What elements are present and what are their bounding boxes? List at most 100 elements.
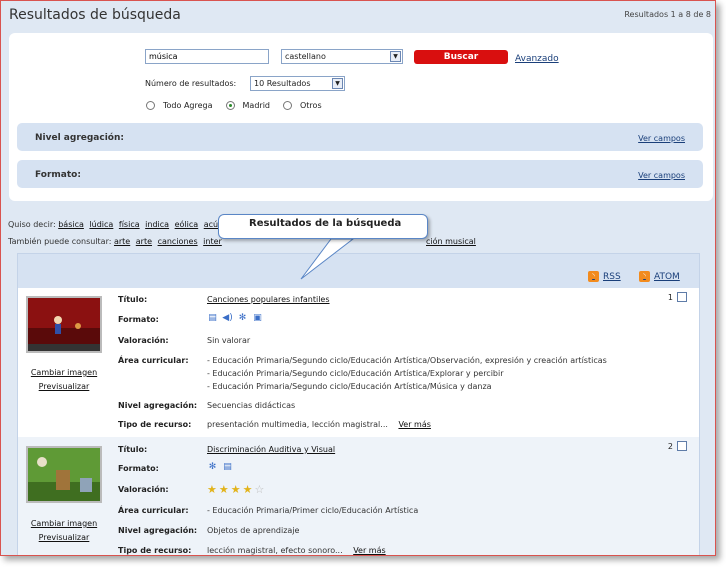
result-select: 1: [668, 292, 687, 302]
facet-label: Nivel agregación:: [35, 133, 124, 143]
format-icons: ▤ ◀) ✻ ▣: [207, 313, 263, 324]
advanced-search-link[interactable]: Avanzado: [515, 54, 559, 64]
suggestion-link[interactable]: indica: [145, 220, 169, 229]
language-select-value: castellano: [285, 52, 326, 61]
rating-value: Sin valorar: [207, 336, 251, 345]
result-item: Cambiar imagen Previsualizar Título: Dis…: [18, 437, 699, 555]
radio-dot: [146, 101, 155, 110]
radio-label: Otros: [300, 101, 322, 110]
type-value: lección magistral, efecto sonoro... Ver …: [207, 546, 386, 555]
also-consult-label: También puede consultar:: [8, 237, 112, 246]
suggestion-link[interactable]: ción musical: [426, 237, 476, 246]
change-image-link[interactable]: Cambiar imagen: [18, 519, 110, 528]
suggestion-link[interactable]: arte: [136, 237, 152, 246]
result-checkbox[interactable]: [677, 292, 687, 302]
ver-campos-link[interactable]: Ver campos: [638, 134, 685, 143]
result-checkbox[interactable]: [677, 441, 687, 451]
scope-radio-todo-agrega[interactable]: Todo Agrega: [146, 101, 213, 110]
area-label: Área curricular:: [118, 506, 189, 515]
suggestion-link[interactable]: inter: [203, 237, 222, 246]
suggestion-link[interactable]: eólica: [175, 220, 199, 229]
suggestion-link[interactable]: arte: [114, 237, 130, 246]
ver-mas-link[interactable]: Ver más: [353, 546, 385, 555]
star-filled-icon[interactable]: ★: [219, 484, 229, 495]
star-empty-icon[interactable]: ☆: [255, 484, 265, 495]
scope-radio-madrid[interactable]: Madrid: [225, 101, 270, 110]
scope-radio-group: Todo Agrega Madrid Otros: [146, 101, 328, 110]
title-label: Título:: [118, 445, 148, 454]
level-label: Nivel agregación:: [118, 401, 198, 410]
title-label: Título:: [118, 295, 148, 304]
ver-campos-link[interactable]: Ver campos: [638, 171, 685, 180]
star-filled-icon[interactable]: ★: [231, 484, 241, 495]
settings-icon: ✻: [208, 462, 217, 472]
result-title-link[interactable]: Canciones populares infantiles: [207, 295, 330, 304]
radio-label: Todo Agrega: [163, 101, 213, 110]
search-button[interactable]: Buscar: [414, 50, 508, 64]
star-filled-icon[interactable]: ★: [243, 484, 253, 495]
facet-nivel-agregacion: Nivel agregación: Ver campos: [17, 123, 703, 151]
document-icon: ▤: [223, 462, 232, 472]
num-results-select[interactable]: 10 Resultados ▼: [250, 76, 345, 91]
star-filled-icon[interactable]: ★: [207, 484, 217, 495]
atom-label: ATOM: [654, 271, 680, 282]
facet-label: Formato:: [35, 170, 81, 180]
type-label: Tipo de recurso:: [118, 546, 192, 555]
ver-mas-link[interactable]: Ver más: [398, 420, 430, 429]
num-results-label: Número de resultados:: [145, 79, 237, 88]
suggestion-link[interactable]: física: [119, 220, 140, 229]
result-count: Resultados 1 a 8 de 8: [624, 10, 711, 19]
radio-dot: [283, 101, 292, 110]
result-title-link[interactable]: Discriminación Auditiva y Visual: [207, 445, 335, 454]
rss-icon: ◝: [588, 271, 599, 282]
page-title: Resultados de búsqueda: [9, 7, 181, 23]
rating-stars[interactable]: ★ ★ ★ ★ ☆: [207, 484, 264, 495]
rating-label: Valoración:: [118, 336, 169, 345]
results-window: Resultados de búsqueda Resultados 1 a 8 …: [0, 0, 716, 556]
level-value: Objetos de aprendizaje: [207, 526, 300, 535]
language-select[interactable]: castellano ▼: [281, 49, 403, 64]
rss-icon: ◝: [639, 271, 650, 282]
result-thumbnail[interactable]: [26, 446, 102, 503]
level-label: Nivel agregación:: [118, 526, 198, 535]
image-icon: ▣: [253, 313, 262, 323]
type-text: presentación multimedia, lección magistr…: [207, 420, 388, 429]
format-label: Formato:: [118, 315, 159, 324]
preview-link[interactable]: Previsualizar: [18, 382, 110, 391]
result-thumbnail[interactable]: [26, 296, 102, 353]
level-value: Secuencias didácticas: [207, 401, 296, 410]
callout-annotation: Resultados de la búsqueda: [218, 214, 428, 239]
document-icon: ▤: [208, 313, 217, 323]
type-label: Tipo de recurso:: [118, 420, 192, 429]
suggestion-link[interactable]: básica: [58, 220, 84, 229]
result-number: 1: [667, 292, 673, 302]
preview-link[interactable]: Previsualizar: [18, 533, 110, 542]
facet-formato: Formato: Ver campos: [17, 160, 703, 188]
rating-label: Valoración:: [118, 485, 169, 494]
area-value: - Educación Primaria/Primer ciclo/Educac…: [207, 506, 419, 515]
result-number: 2: [667, 441, 673, 451]
radio-dot-selected: [225, 101, 235, 110]
area-value: - Educación Primaria/Segundo ciclo/Educa…: [207, 369, 504, 378]
results-list: ◝ RSS ◝ ATOM Cambiar imagen Previsualiza…: [17, 253, 700, 555]
search-input[interactable]: [145, 49, 269, 64]
did-you-mean: Quiso decir: básica lúdica física indica…: [8, 220, 225, 229]
radio-label: Madrid: [242, 101, 270, 110]
type-text: lección magistral, efecto sonoro...: [207, 546, 343, 555]
result-item: Cambiar imagen Previsualizar Título: Can…: [18, 288, 699, 436]
chevron-down-icon: ▼: [332, 78, 343, 89]
result-select: 2: [668, 441, 687, 451]
scope-radio-otros[interactable]: Otros: [283, 101, 322, 110]
chevron-down-icon: ▼: [390, 51, 401, 62]
num-results-value: 10 Resultados: [254, 79, 311, 88]
rss-link[interactable]: ◝ RSS: [588, 271, 621, 282]
type-value: presentación multimedia, lección magistr…: [207, 420, 431, 429]
atom-link[interactable]: ◝ ATOM: [639, 271, 680, 282]
change-image-link[interactable]: Cambiar imagen: [18, 368, 110, 377]
area-label: Área curricular:: [118, 356, 189, 365]
suggestion-link[interactable]: lúdica: [89, 220, 113, 229]
suggestion-link[interactable]: canciones: [158, 237, 198, 246]
rss-label: RSS: [603, 271, 621, 282]
search-panel: castellano ▼ Buscar Avanzado Número de r…: [9, 33, 713, 201]
area-value: - Educación Primaria/Segundo ciclo/Educa…: [207, 382, 492, 391]
